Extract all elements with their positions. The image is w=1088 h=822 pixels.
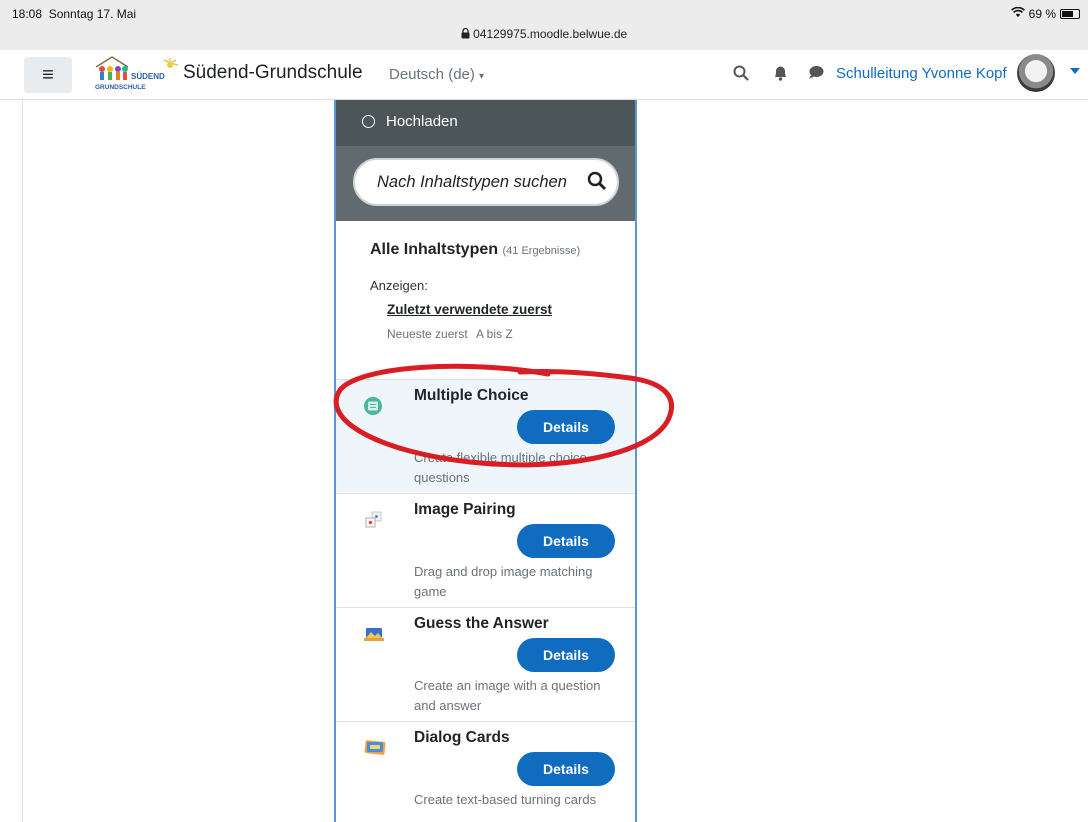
hamburger-icon: ≡	[42, 63, 54, 86]
search-area: Nach Inhaltstypen suchen	[336, 146, 635, 221]
battery-icon	[1060, 9, 1080, 19]
item-title: Multiple Choice	[414, 387, 529, 404]
image-pairing-icon	[363, 510, 383, 530]
details-button[interactable]: Details	[517, 638, 615, 672]
list-item-image-pairing[interactable]: Image Pairing Details Drag and drop imag…	[336, 493, 635, 607]
moodle-navbar: ≡ SÜDEND GRUNDSCHULE Südend-Grundschule …	[0, 50, 1088, 100]
list-item-multiple-choice[interactable]: Multiple Choice Details Create flexible …	[336, 379, 635, 493]
results-heading: Alle Inhaltstypen (41 Ergebnisse)	[370, 241, 581, 258]
results-count: (41 Ergebnisse)	[502, 245, 581, 257]
sort-recent-first[interactable]: Zuletzt verwendete zuerst	[387, 302, 552, 317]
list-item-guess-the-answer[interactable]: Guess the Answer Details Create an image…	[336, 607, 635, 721]
address-bar[interactable]: 04129975.moodle.belwue.de	[0, 27, 1088, 41]
details-button[interactable]: Details	[517, 410, 615, 444]
search-icon[interactable]	[587, 171, 607, 196]
url-text: 04129975.moodle.belwue.de	[473, 27, 628, 41]
search-placeholder: Nach Inhaltstypen suchen	[377, 173, 567, 191]
dialog-cards-icon	[363, 738, 386, 758]
upload-label: Hochladen	[386, 113, 458, 130]
language-selector[interactable]: Deutsch (de) ▾	[389, 66, 484, 83]
user-menu-caret-icon[interactable]	[1070, 68, 1080, 74]
chat-icon[interactable]	[808, 65, 824, 85]
svg-text:GRUNDSCHULE: GRUNDSCHULE	[95, 84, 146, 91]
user-menu-name[interactable]: Schulleitung Yvonne Kopf	[836, 65, 1007, 82]
upload-tab[interactable]: Hochladen	[336, 100, 635, 146]
bell-icon[interactable]	[773, 65, 788, 86]
wifi-icon	[1010, 6, 1025, 21]
details-button[interactable]: Details	[517, 752, 615, 786]
lock-icon	[461, 27, 473, 41]
item-title: Dialog Cards	[414, 729, 510, 746]
content-type-selector-panel: Hochladen Nach Inhaltstypen suchen Alle …	[334, 100, 637, 822]
multiple-choice-icon	[363, 396, 383, 416]
item-title: Guess the Answer	[414, 615, 549, 632]
list-item-dialog-cards[interactable]: Dialog Cards Details Create text-based t…	[336, 721, 635, 822]
content-type-search-input[interactable]: Nach Inhaltstypen suchen	[353, 158, 619, 206]
sort-a-to-z[interactable]: A bis Z	[476, 327, 513, 341]
radio-circle-icon	[362, 115, 375, 128]
item-description: Create text-based turning cards	[414, 792, 597, 807]
details-button[interactable]: Details	[517, 524, 615, 558]
guess-answer-icon	[363, 624, 384, 644]
status-time: 18:08 Sonntag 17. Mai	[12, 7, 137, 21]
item-title: Image Pairing	[414, 501, 516, 518]
sort-newest-first[interactable]: Neueste zuerst	[387, 327, 468, 341]
page-left-border	[22, 100, 23, 822]
avatar[interactable]	[1017, 54, 1055, 92]
hamburger-menu-button[interactable]: ≡	[24, 57, 72, 93]
sort-label: Anzeigen:	[370, 278, 428, 293]
school-logo[interactable]: SÜDEND GRUNDSCHULE	[92, 55, 180, 95]
svg-text:SÜDEND: SÜDEND	[131, 72, 165, 81]
ios-status-bar: 18:08 Sonntag 17. Mai 04129975.moodle.be…	[0, 0, 1088, 50]
item-description: Create flexible multiple choice question…	[414, 450, 587, 485]
search-icon[interactable]	[733, 65, 749, 86]
item-description: Drag and drop image matching game	[414, 564, 593, 599]
item-description: Create an image with a question and answ…	[414, 678, 601, 713]
chevron-down-icon: ▾	[479, 71, 485, 82]
battery-percent: 69 %	[1028, 7, 1056, 21]
site-title[interactable]: Südend-Grundschule	[183, 62, 363, 84]
